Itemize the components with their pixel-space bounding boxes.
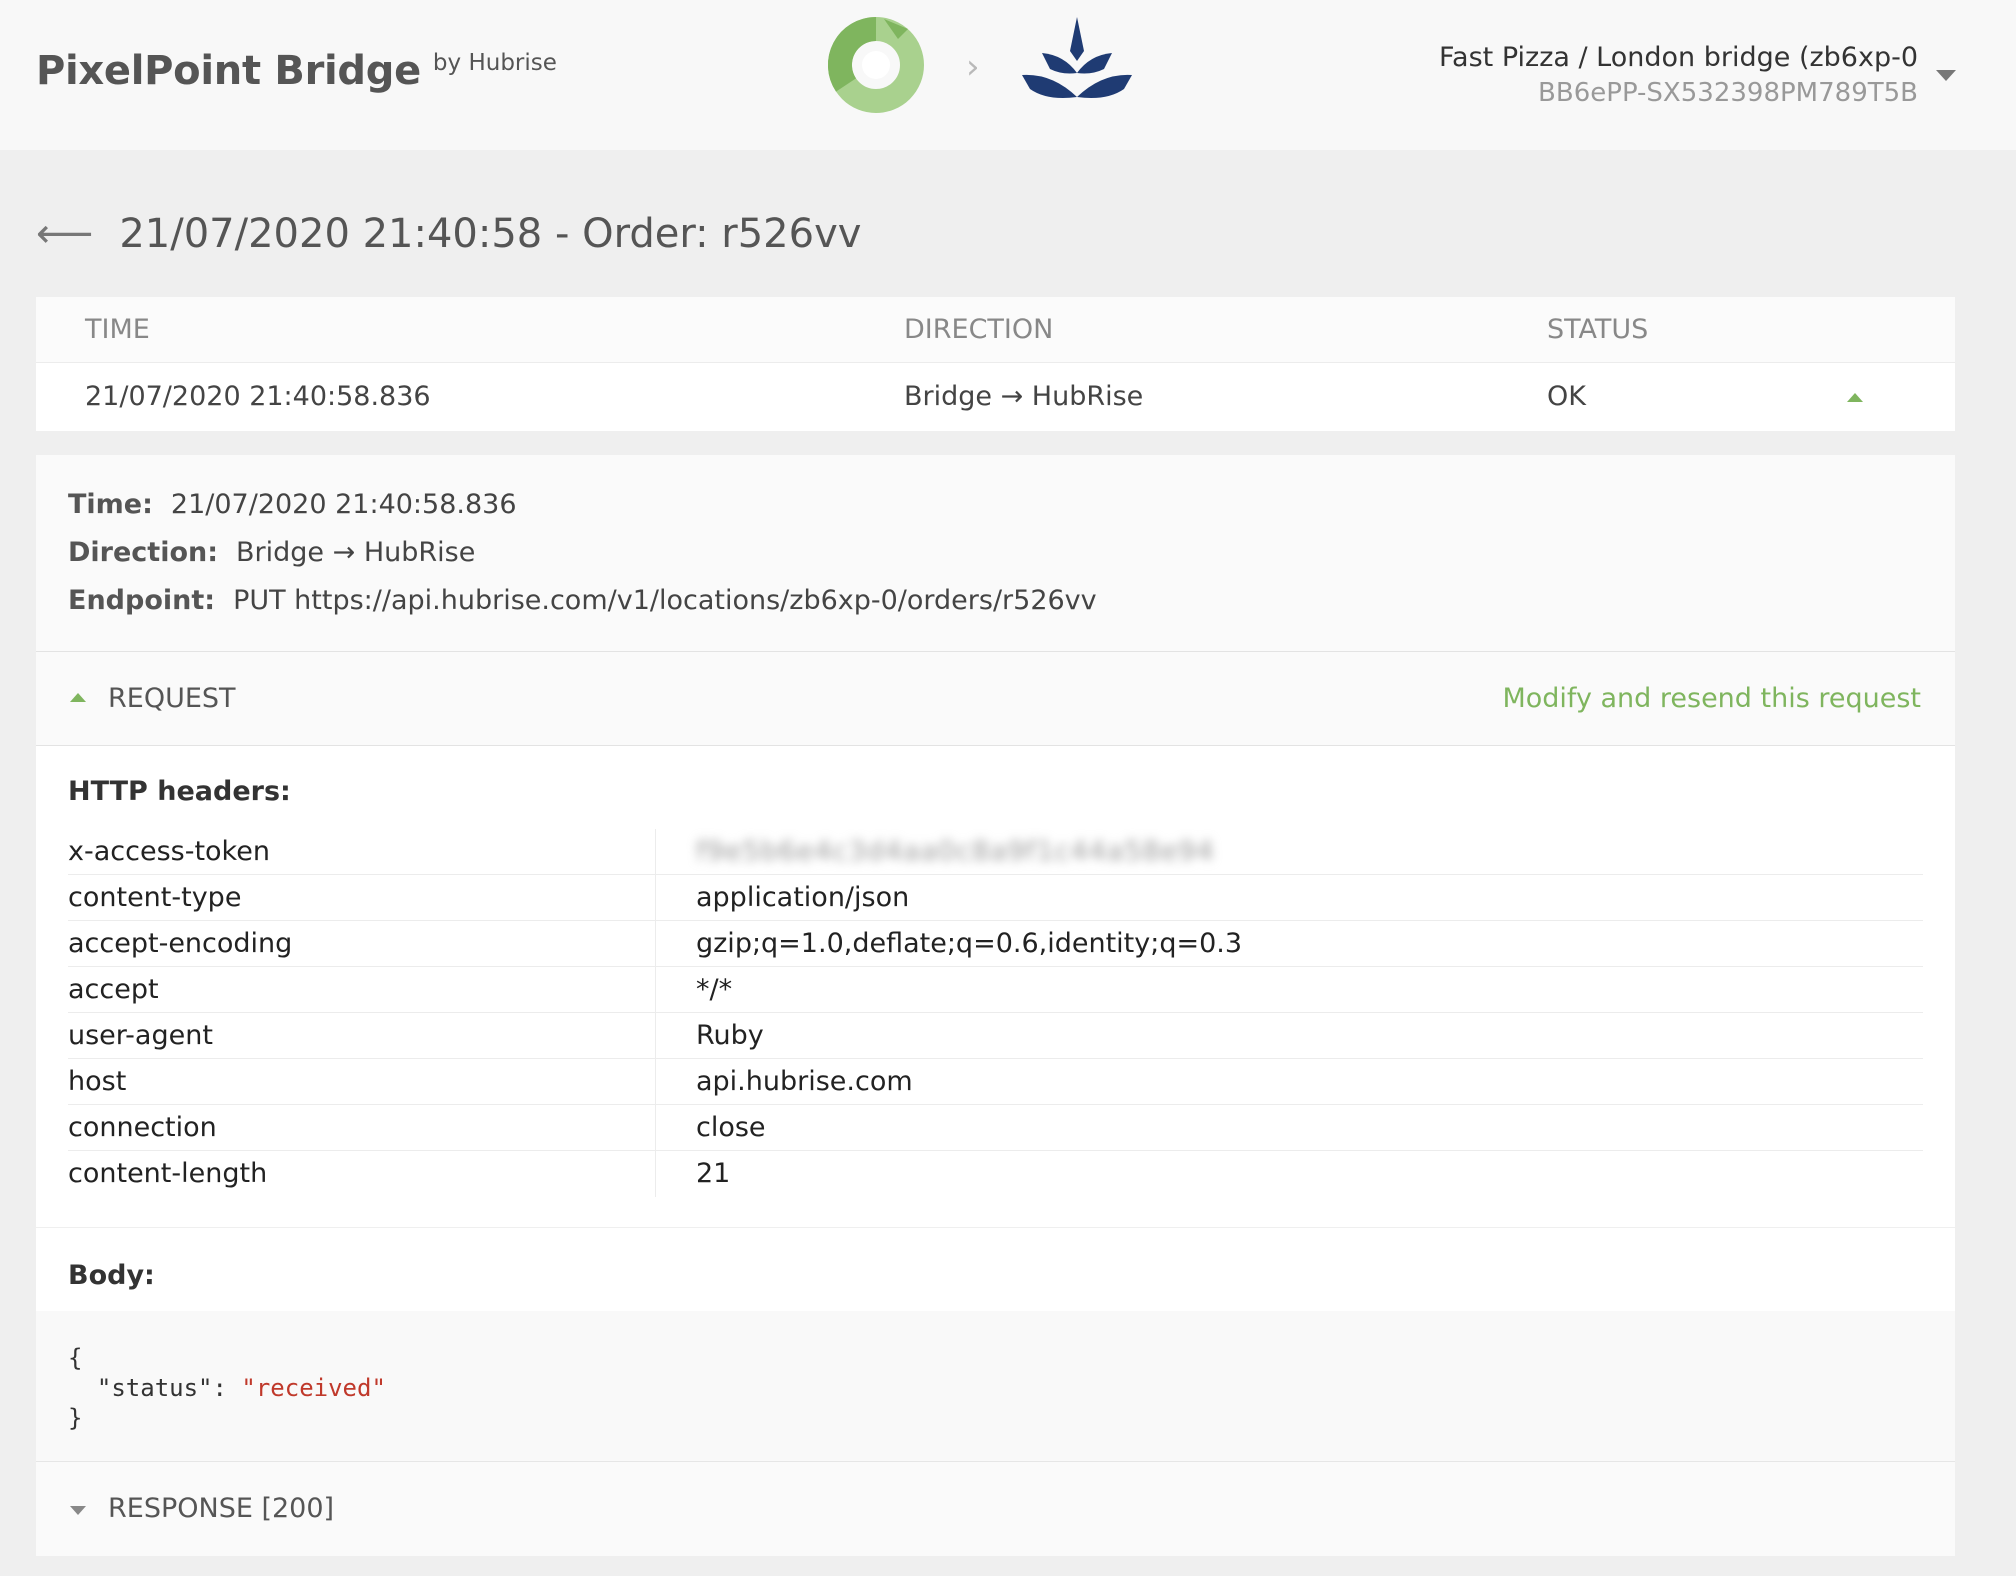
header-value: gzip;q=1.0,deflate;q=0.6,identity;q=0.3: [696, 928, 1243, 959]
code-key: "status": [96, 1374, 213, 1402]
log-table-header: TIME DIRECTION STATUS: [36, 297, 1955, 363]
arrow-left-icon[interactable]: ⟵: [36, 208, 93, 260]
header-row: connection close: [68, 1105, 1923, 1151]
log-row[interactable]: 21/07/2020 21:40:58.836 Bridge → HubRise…: [36, 363, 1955, 431]
http-headers-title: HTTP headers:: [68, 776, 291, 807]
header-key: connection: [68, 1105, 656, 1150]
code-open-brace: {: [68, 1344, 83, 1372]
header-row: accept */*: [68, 967, 1923, 1013]
log-row-status: OK: [1547, 381, 1586, 412]
log-summary: Time: 21/07/2020 21:40:58.836 Direction: B…: [36, 455, 1955, 652]
column-header-status: STATUS: [1547, 314, 1649, 345]
header-value: application/json: [696, 882, 910, 913]
column-header-direction: DIRECTION: [904, 314, 1054, 345]
resend-request-link[interactable]: Modify and resend this request: [1502, 652, 1921, 746]
hubrise-logo-icon: [1021, 17, 1132, 117]
summary-endpoint-label: Endpoint:: [68, 585, 216, 616]
summary-endpoint-value: PUT https://api.hubrise.com/v1/locations…: [233, 585, 1097, 616]
summary-time-label: Time:: [68, 489, 153, 520]
header-value: 21: [696, 1158, 731, 1189]
header-key: accept-encoding: [68, 921, 656, 966]
body-title: Body:: [68, 1260, 155, 1291]
summary-time: Time: 21/07/2020 21:40:58.836: [68, 481, 1923, 529]
http-headers-block: HTTP headers: x-access-token f9e5b6e4c3d…: [36, 746, 1955, 1228]
header-value: Ruby: [696, 1020, 764, 1051]
code-colon: :: [212, 1374, 242, 1402]
account-id: BB6ePP-SX532398PM789T5B: [1538, 78, 1918, 108]
header-key: content-type: [68, 875, 656, 920]
page-title: 21/07/2020 21:40:58 - Order: r526vv: [119, 211, 862, 257]
header-key: content-length: [68, 1151, 656, 1197]
chevron-down-icon[interactable]: [1936, 70, 1956, 81]
account-selector[interactable]: Fast Pizza / London bridge (zb6xp-0 BB6e…: [1439, 40, 1918, 110]
request-body-code: { "status": "received" }: [36, 1311, 1955, 1462]
response-label: RESPONSE [200]: [108, 1493, 335, 1524]
summary-direction: Direction: Bridge → HubRise: [68, 529, 1923, 577]
header-key: accept: [68, 967, 656, 1012]
header-row: content-type application/json: [68, 875, 1923, 921]
collapse-caret-icon[interactable]: [1847, 393, 1863, 402]
header-row: user-agent Ruby: [68, 1013, 1923, 1059]
caret-down-icon[interactable]: [70, 1506, 86, 1515]
header-value: api.hubrise.com: [696, 1066, 913, 1097]
header-value: close: [696, 1112, 766, 1143]
header-value: */*: [696, 974, 733, 1005]
response-section-header[interactable]: RESPONSE [200]: [36, 1462, 1955, 1556]
summary-time-value: 21/07/2020 21:40:58.836: [170, 489, 517, 520]
code-close-brace: }: [68, 1404, 83, 1432]
header-row: x-access-token f9e5b6e4c3d4aa0c8a9f1c44a…: [68, 829, 1923, 875]
request-label: REQUEST: [108, 683, 236, 714]
app-name: PixelPoint Bridge: [36, 48, 421, 94]
body-title-wrap: Body:: [36, 1228, 1955, 1311]
header-row: host api.hubrise.com: [68, 1059, 1923, 1105]
caret-up-icon[interactable]: [70, 693, 86, 702]
pixelpoint-logo-icon: [826, 13, 926, 121]
integration-logos: ›: [826, 12, 1132, 122]
column-header-time: TIME: [85, 314, 150, 345]
code-line: "status": "received": [68, 1373, 1923, 1403]
log-row-time: 21/07/2020 21:40:58.836: [85, 381, 431, 412]
http-headers-table: x-access-token f9e5b6e4c3d4aa0c8a9f1c44a…: [68, 829, 1923, 1197]
log-card: TIME DIRECTION STATUS 21/07/2020 21:40:5…: [36, 297, 1955, 1556]
log-row-direction: Bridge → HubRise: [904, 381, 1144, 412]
summary-direction-label: Direction:: [68, 537, 219, 568]
request-section-header[interactable]: REQUEST Modify and resend this request: [36, 652, 1955, 746]
account-name: Fast Pizza / London bridge (zb6xp-0: [1439, 42, 1918, 73]
summary-direction-value: Bridge → HubRise: [236, 537, 476, 568]
header-value: f9e5b6e4c3d4aa0c8a9f1c44a58e94: [656, 829, 1215, 874]
header-key: host: [68, 1059, 656, 1104]
summary-endpoint: Endpoint: PUT https://api.hubrise.com/v1/…: [68, 577, 1923, 625]
header-key: x-access-token: [68, 829, 656, 874]
header-key: user-agent: [68, 1013, 656, 1058]
header-row: content-length 21: [68, 1151, 1923, 1197]
page-title-row: ⟵ 21/07/2020 21:40:58 - Order: r526vv: [36, 208, 861, 260]
code-string-value: "received": [241, 1374, 386, 1402]
by-hubrise-label: by Hubrise: [432, 50, 557, 76]
header-row: accept-encoding gzip;q=1.0,deflate;q=0.6…: [68, 921, 1923, 967]
chevron-right-icon: ›: [966, 47, 980, 87]
row-spacer: [36, 431, 1955, 455]
app-header: PixelPoint Bridge by Hubrise › Fast Pizz…: [0, 0, 2016, 150]
brand: PixelPoint Bridge by Hubrise: [36, 48, 557, 94]
access-token-value: f9e5b6e4c3d4aa0c8a9f1c44a58e94: [696, 836, 1215, 867]
